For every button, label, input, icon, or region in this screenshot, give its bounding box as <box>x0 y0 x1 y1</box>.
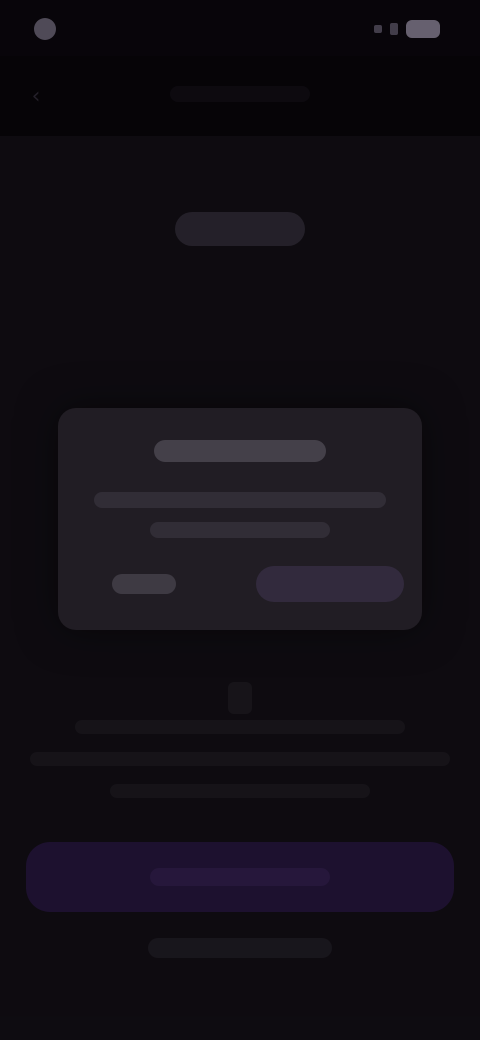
description-line <box>30 752 450 766</box>
dialog-actions <box>58 566 422 606</box>
dialog-title <box>154 440 326 462</box>
back-button[interactable]: ‹ <box>18 78 54 114</box>
info-icon <box>228 682 252 714</box>
signal-icon <box>390 23 398 35</box>
signal-icon <box>374 25 382 33</box>
description-line <box>110 784 370 798</box>
primary-cta-label <box>150 868 330 886</box>
headline-text <box>175 212 305 246</box>
dialog-body-line <box>150 522 330 538</box>
status-bar <box>0 0 480 56</box>
status-right <box>374 20 440 38</box>
dialog-body <box>94 492 386 552</box>
header-title <box>170 86 310 102</box>
top-app-bar: ‹ <box>0 56 480 136</box>
primary-cta-button[interactable] <box>26 842 454 912</box>
camera-icon <box>34 18 56 40</box>
battery-icon <box>406 20 440 38</box>
headline <box>0 212 480 250</box>
secondary-link[interactable] <box>148 938 332 958</box>
dialog-cancel-button[interactable] <box>112 574 176 594</box>
dialog-confirm-button[interactable] <box>256 566 404 602</box>
confirmation-dialog <box>58 408 422 630</box>
header-action-button[interactable] <box>412 78 464 114</box>
status-left <box>34 18 66 40</box>
description-line <box>75 720 405 734</box>
app-screen: ‹ <box>0 0 480 1040</box>
chevron-left-icon: ‹ <box>31 83 41 109</box>
description-text <box>30 720 450 816</box>
dialog-body-line <box>94 492 386 508</box>
